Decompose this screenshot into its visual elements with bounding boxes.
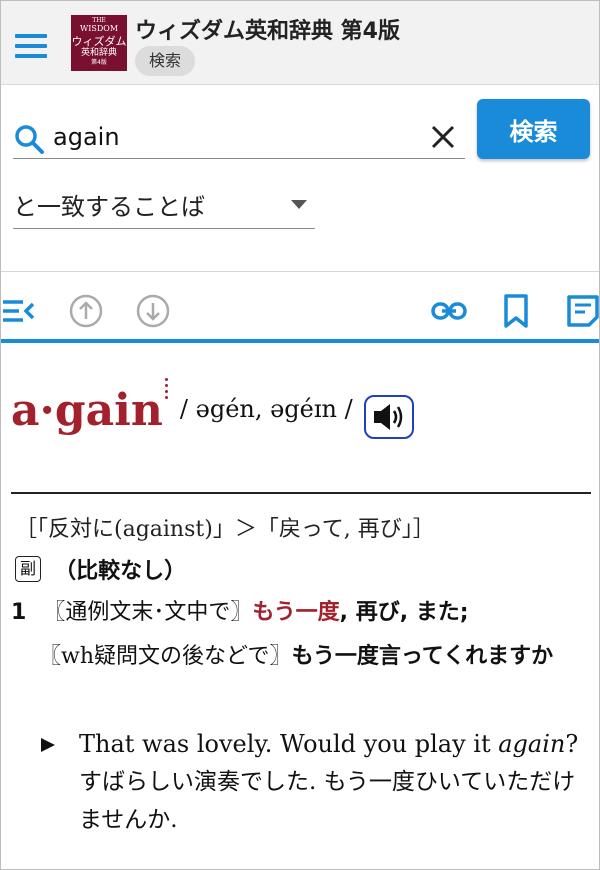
arrow-down-circle-icon[interactable] [135,293,171,329]
example-sentence: That was lovely. Would you play it again… [41,725,591,839]
search-field [13,109,465,159]
app-header: THE WISDOM ウィズダム 英和辞典 第4版 ウィズダム英和辞典 第4版 … [1,1,599,85]
note-icon[interactable] [565,293,600,329]
example-keyword: again [498,730,566,758]
example-arrow-icon [41,738,55,752]
stress-mark-icon [164,375,175,411]
link-icon[interactable] [431,293,467,329]
etymology: ［「反対に(against)」＞「戻って, 再び」］ [15,517,435,542]
hamburger-menu-icon[interactable] [15,34,47,58]
entry-divider [11,492,591,494]
search-icon [15,125,44,154]
headword: a·gain [11,385,163,436]
clear-icon[interactable] [429,123,457,151]
translation-rest: , 再び, また; [339,600,469,625]
example-japanese: すばらしい演奏でした. もう一度ひいていただけませんか. [79,769,576,833]
audio-play-button[interactable] [363,395,414,439]
main-translation: もう一度 [252,600,340,625]
bookmark-icon[interactable] [498,293,534,329]
search-button[interactable]: 検索 [477,99,590,159]
arrow-up-circle-icon[interactable] [68,293,104,329]
usage-label: 〖通例文末･文中で〗 [43,600,253,625]
speaker-icon [373,404,403,430]
translation-phrase: もう一度言ってくれますか [291,644,554,669]
example-english: That was lovely. Would you play it again… [79,730,579,758]
headword-line: a·gain / əgén, əgéɪn / [11,378,414,445]
chevron-down-icon [291,200,307,209]
toc-icon[interactable] [1,293,37,329]
pos-badge: 副 [15,556,41,582]
search-input[interactable] [53,117,413,157]
app-title: ウィズダム英和辞典 第4版 [135,19,400,44]
sense-number: 1 [11,600,27,625]
match-mode-value: と一致することば [13,193,205,221]
entry-toolbar [1,283,600,339]
search-mode-tab[interactable]: 検索 [135,46,196,76]
part-of-speech-line: 副 （比較なし） [15,553,186,587]
toolbar-underline [1,339,599,343]
divider [1,271,599,272]
sense-1: 1 〖通例文末･文中で〗もう一度, 再び, また; 〖wh疑問文の後などで〗もう… [11,591,596,679]
pos-note: （比較なし） [54,559,187,584]
usage-label: 〖wh疑問文の後などで〗 [39,644,292,669]
dictionary-cover-logo: THE WISDOM ウィズダム 英和辞典 第4版 [71,15,127,71]
pronunciation: / əgén, əgéɪn / [179,395,353,423]
app-frame: THE WISDOM ウィズダム 英和辞典 第4版 ウィズダム英和辞典 第4版 … [0,0,600,870]
match-mode-select[interactable]: と一致することば [13,179,315,229]
